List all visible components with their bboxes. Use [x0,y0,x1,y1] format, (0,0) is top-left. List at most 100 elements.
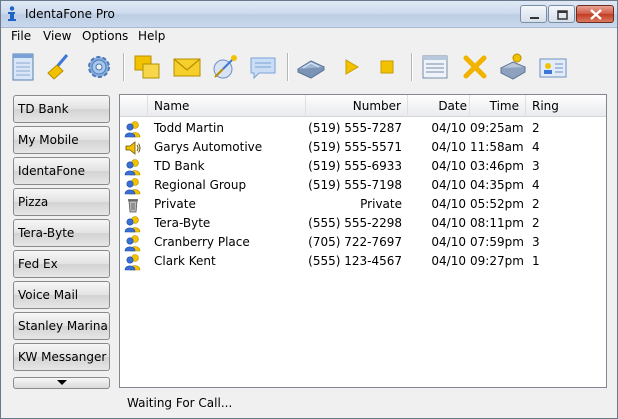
fax-icon [499,53,527,80]
toolbar-separator [123,53,125,81]
call-row[interactable]: TD Bank (519) 555-6933 04/10 03:46pm 3 [120,157,606,176]
broom-icon [47,54,69,80]
window-title: IdentaFone Pro [25,7,115,21]
toolbar-separator [411,53,413,81]
notepad-icon [12,53,34,81]
call-number: (519) 555-6933 [308,159,402,173]
envelope-icon [173,58,201,77]
person-icon [124,119,142,138]
column-header-ring[interactable]: Ring [526,95,606,117]
call-number: (519) 555-7287 [308,121,402,135]
menu-help[interactable]: Help [136,29,167,43]
maximize-button[interactable] [548,5,575,23]
column-header-number[interactable]: Number [306,95,408,117]
call-date: 04/10 [431,121,466,135]
call-time: 08:11pm [470,216,524,230]
notepad-button[interactable] [7,51,39,83]
contact-card-icon [539,58,567,78]
column-header-name[interactable]: Name [148,95,306,117]
list-icon [422,55,448,79]
call-ring-count: 4 [532,140,540,154]
speed-dial-button[interactable]: KW Messanger [13,343,110,371]
call-time: 04:35pm [470,178,524,192]
call-name: Todd Martin [154,121,224,135]
message-button[interactable] [247,51,279,83]
call-date: 04/10 [431,159,466,173]
menu-bar: File View Options Help [1,28,617,47]
call-number: (705) 722-7697 [308,235,402,249]
call-ring-count: 3 [532,235,540,249]
speed-dial-button[interactable]: TD Bank [13,95,110,123]
call-date: 04/10 [431,216,466,230]
speed-dial-button[interactable]: Tera-Byte [13,219,110,247]
call-time: 11:58am [470,140,524,154]
speed-dial-button[interactable]: My Mobile [13,126,110,154]
call-number: Private [360,197,402,211]
call-name: Garys Automotive [154,140,263,154]
windows-button[interactable] [131,51,163,83]
trash-icon [124,195,142,214]
call-name: Private [154,197,196,211]
status-text: Waiting For Call... [127,396,233,410]
delete-button[interactable] [459,51,491,83]
play-button[interactable] [335,51,367,83]
speed-dial-button[interactable]: Voice Mail [13,281,110,309]
clear-button[interactable] [43,51,75,83]
call-row[interactable]: Regional Group (519) 555-7198 04/10 04:35pm… [120,176,606,195]
call-ring-count: 1 [532,254,540,268]
call-date: 04/10 [431,178,466,192]
delete-icon [463,55,487,79]
app-window: IdentaFone Pro File View Options Help TD… [0,0,618,419]
call-log-button[interactable] [419,51,451,83]
speed-dial-scroll-down-button[interactable] [13,377,110,389]
toolbar-separator [287,53,289,81]
minimize-button[interactable] [520,5,547,23]
menu-view[interactable]: View [41,29,73,43]
chevron-down-icon [57,380,67,385]
person-icon [124,157,142,176]
call-row[interactable]: Todd Martin (519) 555-7287 04/10 09:25am 2 [120,119,606,138]
call-row[interactable]: Cranberry Place (705) 722-7697 04/10 07:59p… [120,233,606,252]
call-ring-count: 4 [532,178,540,192]
stop-icon [380,60,394,74]
email-button[interactable] [171,51,203,83]
speed-dial-button[interactable]: Stanley Marina [13,312,110,340]
call-ring-count: 2 [532,121,540,135]
speed-dial-panel: TD Bank My Mobile IdentaFone Pizza Tera-… [9,93,115,389]
call-row[interactable]: Tera-Byte (555) 555-2298 04/10 08:11pm 2 [120,214,606,233]
column-header-icon[interactable] [120,95,148,117]
close-button[interactable] [576,5,614,23]
speed-dial-button[interactable]: Pizza [13,188,110,216]
menu-options[interactable]: Options [80,29,130,43]
maximize-icon [557,10,568,20]
call-date: 04/10 [431,235,466,249]
stop-button[interactable] [371,51,403,83]
call-row[interactable]: Garys Automotive (519) 555-5571 04/10 11:58… [120,138,606,157]
title-bar[interactable]: IdentaFone Pro [1,1,617,28]
call-time: 05:52pm [470,197,524,211]
call-name: Regional Group [154,178,247,192]
fax-button[interactable] [497,51,529,83]
call-number: (519) 555-7198 [308,178,402,192]
column-header-time[interactable]: Time [470,95,526,117]
menu-file[interactable]: File [9,29,33,43]
speed-dial-button[interactable]: Fed Ex [13,250,110,278]
settings-button[interactable] [83,51,115,83]
satellite-icon [213,55,237,79]
column-header-date[interactable]: Date [408,95,470,117]
call-list-header: Name Number Date Time Ring [120,95,606,117]
speed-dial-button[interactable]: IdentaFone [13,157,110,185]
broadcast-button[interactable] [209,51,241,83]
windows-icon [134,55,160,79]
call-name: Cranberry Place [154,235,250,249]
call-row[interactable]: Private Private 04/10 05:52pm 2 [120,195,606,214]
call-row[interactable]: Clark Kent (555) 123-4567 04/10 09:27pm 1 [120,252,606,271]
call-number: (519) 555-5571 [308,140,402,154]
call-name: TD Bank [154,159,205,173]
call-list[interactable]: Name Number Date Time Ring Todd Martin (5… [119,94,607,388]
close-icon [590,9,602,20]
phonebook-button[interactable] [295,51,327,83]
call-ring-count: 2 [532,216,540,230]
person-icon [124,252,142,271]
contact-card-button[interactable] [537,51,569,83]
